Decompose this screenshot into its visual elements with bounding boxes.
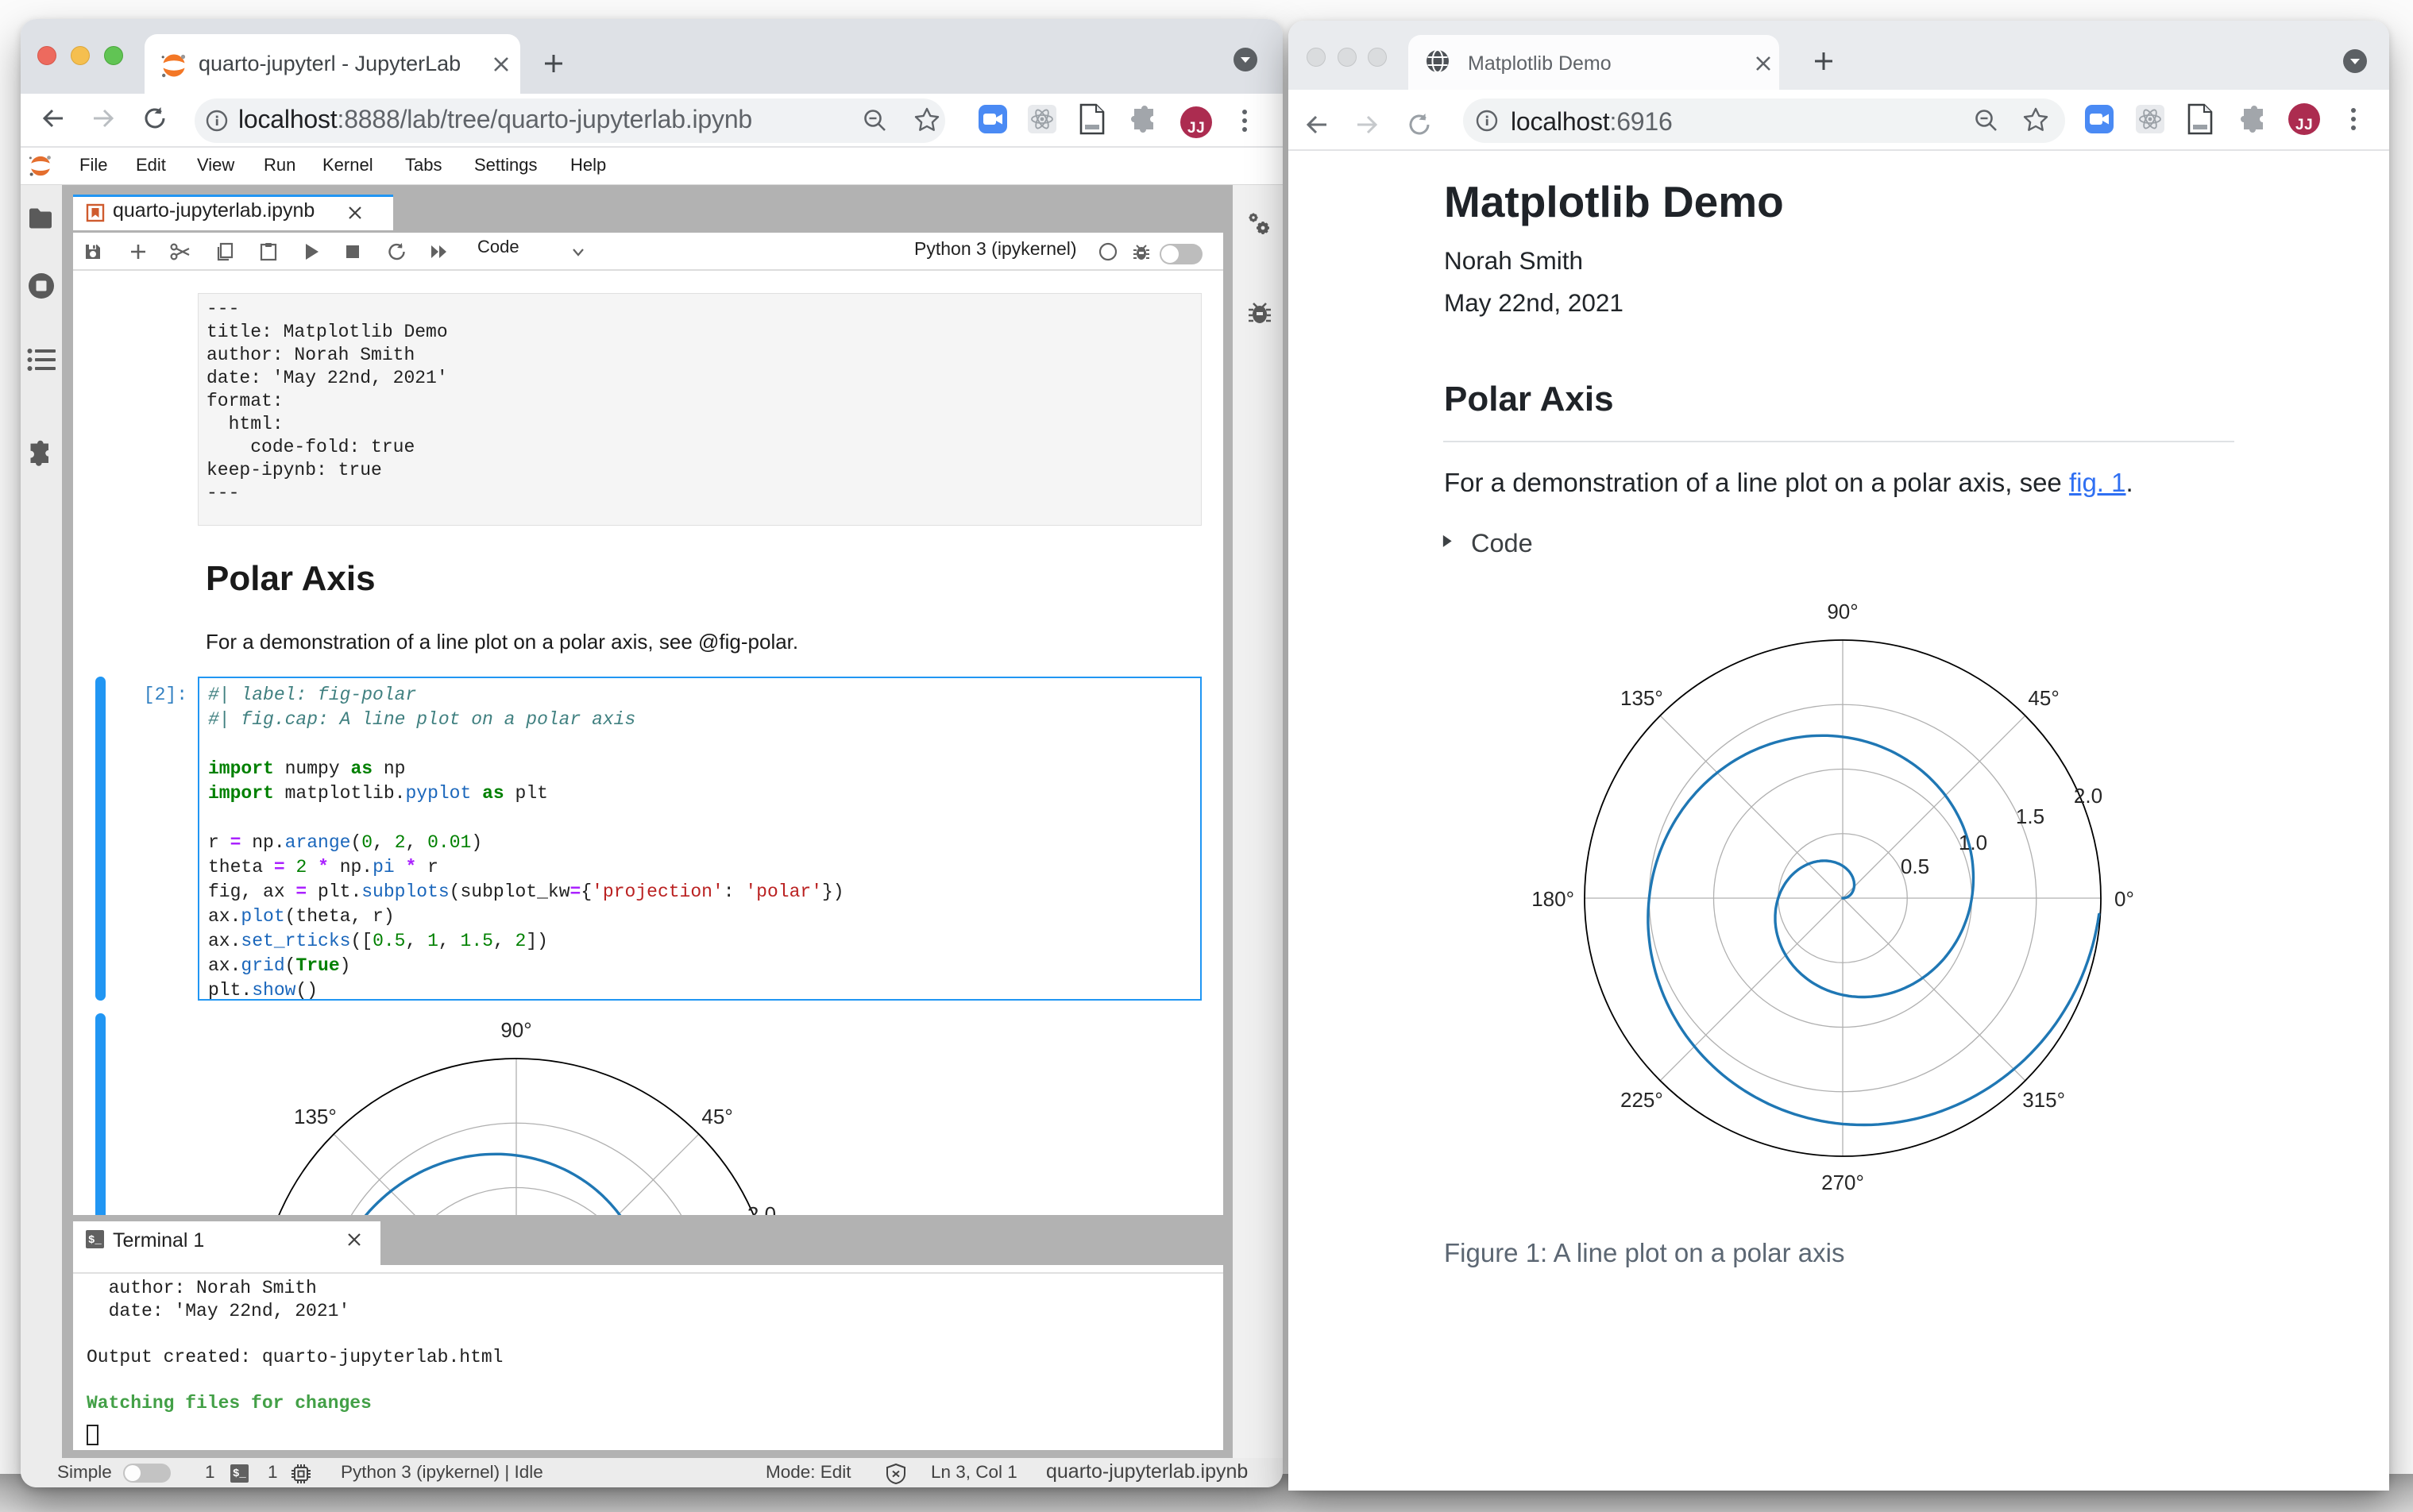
svg-text:45°: 45°	[2028, 686, 2059, 710]
svg-text:0°: 0°	[2114, 887, 2134, 911]
svg-text:1.5: 1.5	[2016, 804, 2044, 828]
svg-text:135°: 135°	[1620, 686, 1663, 710]
svg-text:0.5: 0.5	[1901, 854, 1929, 878]
svg-text:90°: 90°	[1827, 600, 1858, 623]
svg-text:135°: 135°	[294, 1105, 337, 1128]
svg-text:45°: 45°	[701, 1105, 732, 1128]
svg-text:90°: 90°	[500, 1018, 531, 1042]
svg-text:225°: 225°	[1620, 1088, 1663, 1112]
svg-text:2.0: 2.0	[2074, 784, 2102, 808]
svg-text:1.0: 1.0	[1959, 831, 1987, 854]
svg-text:270°: 270°	[1821, 1171, 1864, 1194]
svg-text:2.0: 2.0	[747, 1202, 776, 1215]
svg-text:315°: 315°	[2022, 1088, 2065, 1112]
svg-text:180°: 180°	[1531, 887, 1574, 911]
